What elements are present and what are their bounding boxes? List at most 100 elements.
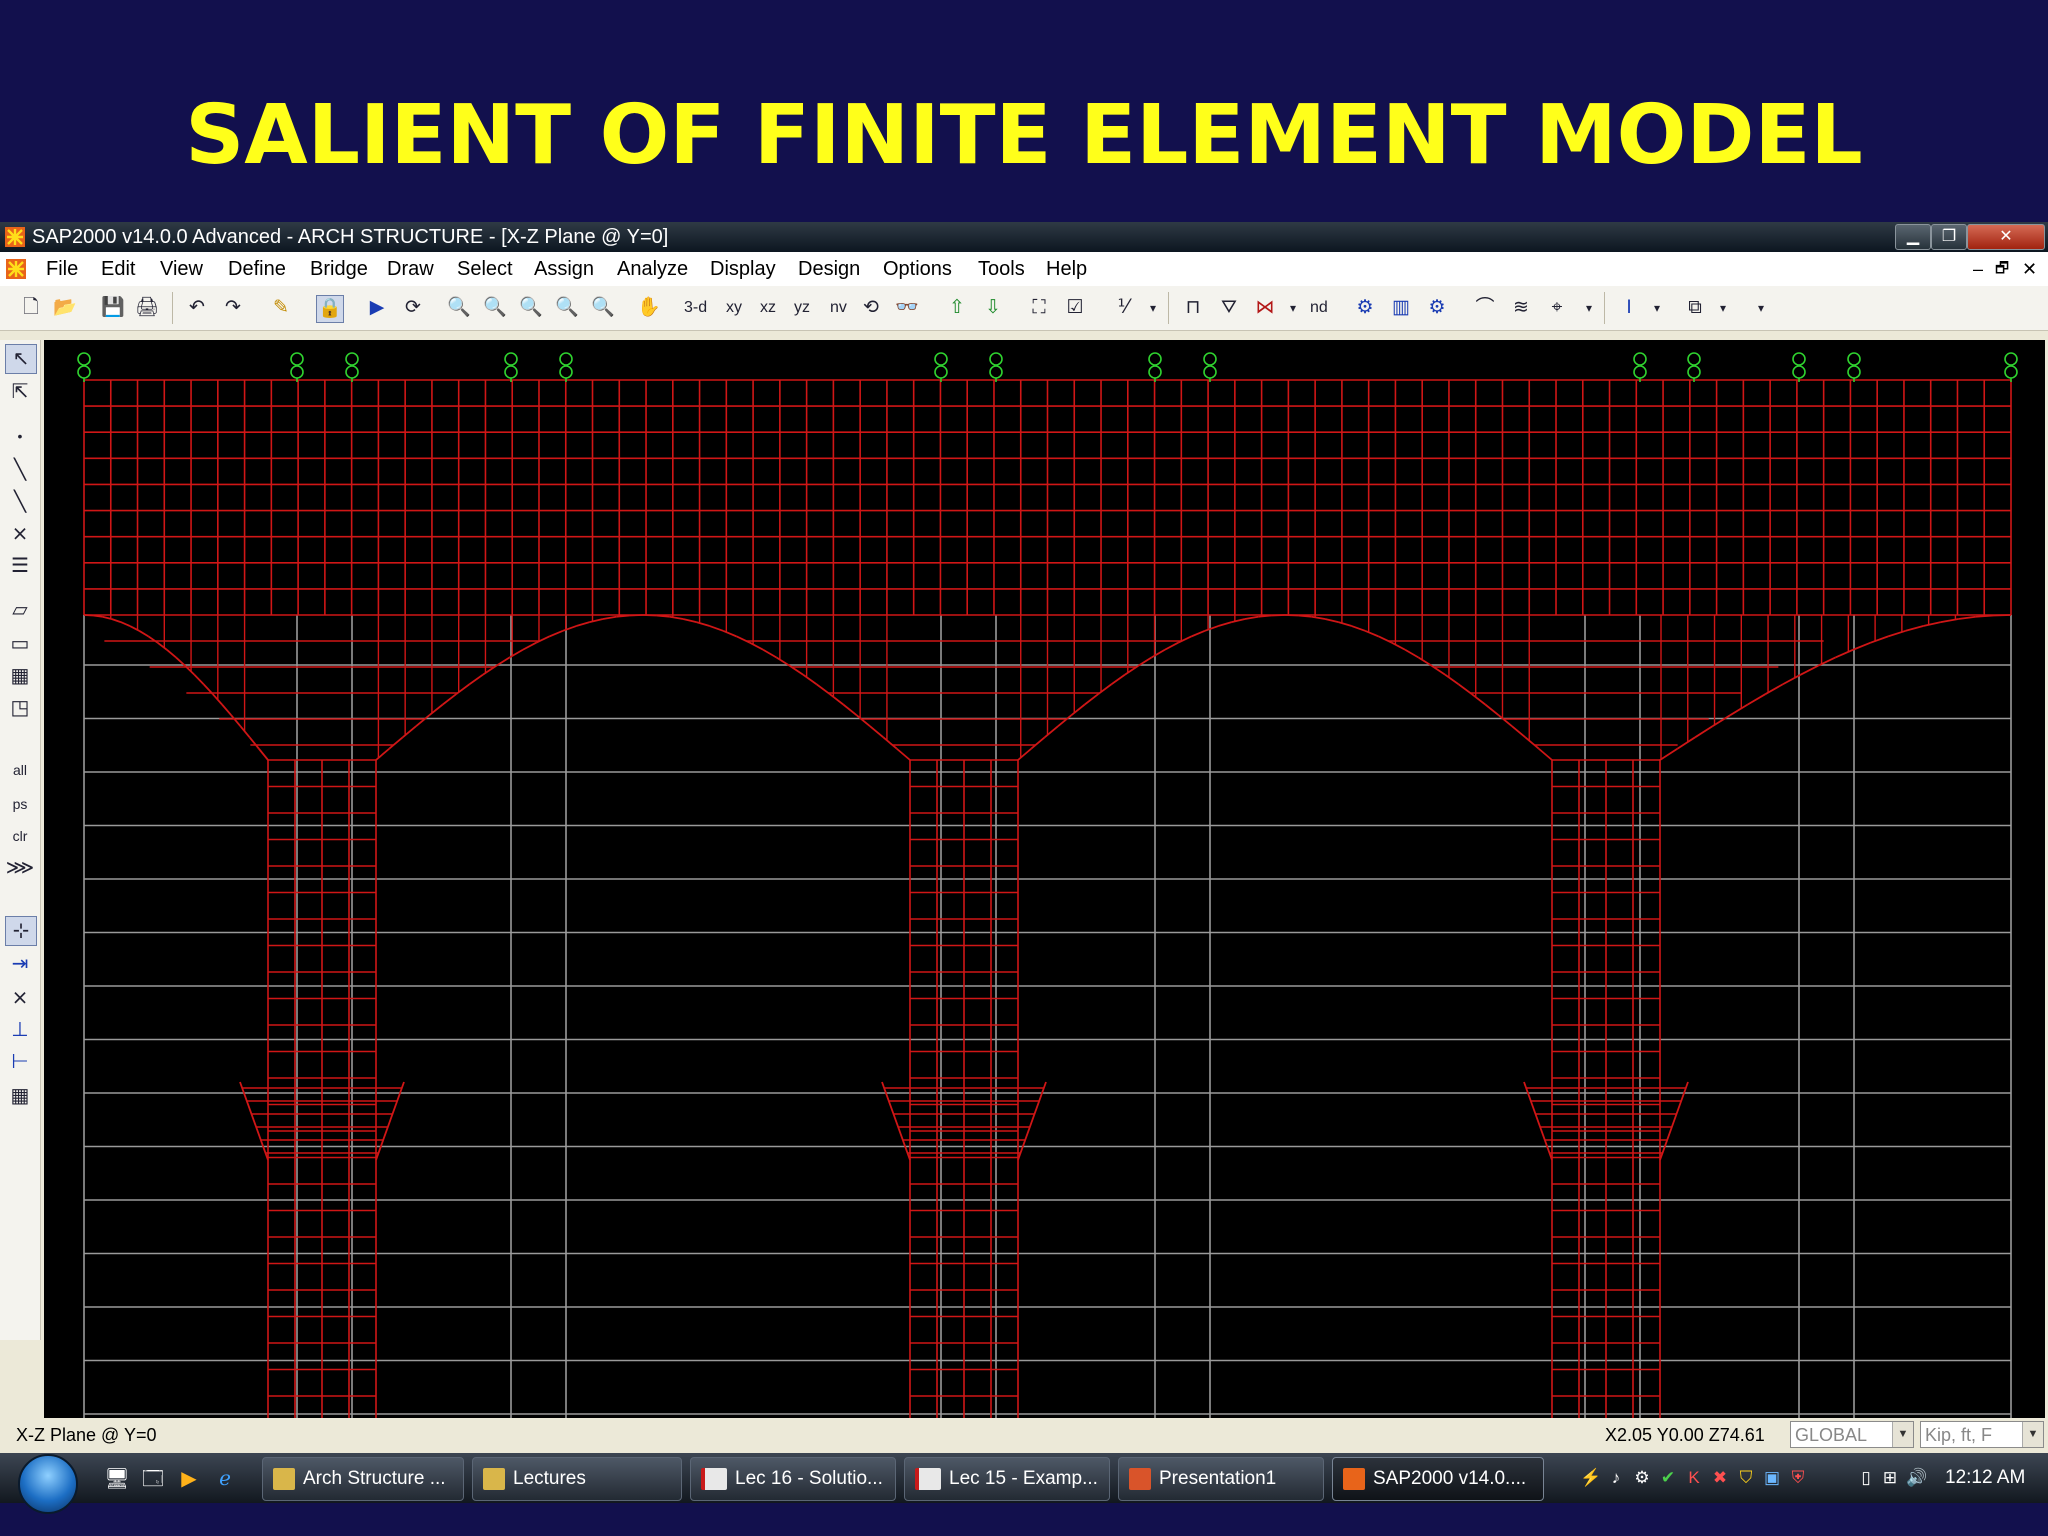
zoom-in-icon[interactable]: 🔍 (554, 295, 580, 321)
section-dropdown-icon[interactable]: ▾ (1644, 295, 1670, 321)
menu-assign[interactable]: Assign (534, 252, 594, 286)
quick-draw-area-icon[interactable]: ▦ (5, 662, 35, 690)
menu-file[interactable]: File (46, 252, 78, 286)
show-forces-icon[interactable]: ≋ (1508, 295, 1534, 321)
close-button[interactable]: ✕ (1967, 224, 2045, 250)
menu-define[interactable]: Define (228, 252, 286, 286)
draw-joint-icon[interactable]: • (5, 422, 35, 450)
draw-cable-icon[interactable]: ⛛ (1216, 295, 1242, 321)
show-deformed-icon[interactable]: ⌒ (1472, 295, 1498, 321)
grid-bubble-icon[interactable] (77, 352, 91, 382)
clear-selection-button[interactable]: clr (5, 822, 35, 850)
move-down-icon[interactable]: ⇩ (980, 295, 1006, 321)
tray-wifi-icon[interactable]: ⊞ (1880, 1467, 1900, 1489)
grid-bubble-icon[interactable] (1687, 352, 1701, 382)
menu-draw[interactable]: Draw (387, 252, 434, 286)
mdi-restore-button[interactable]: 🗗 (1995, 252, 2009, 286)
grid-bubble-icon[interactable] (989, 352, 1003, 382)
grid-bubble-icon[interactable] (504, 352, 518, 382)
taskbar-item-sap2000[interactable]: SAP2000 v14.0.... (1332, 1457, 1544, 1501)
grid-bubble-icon[interactable] (2004, 352, 2018, 382)
internet-explorer-icon[interactable]: ℯ (212, 1466, 238, 1492)
lock-icon[interactable]: 🔒 (316, 295, 344, 323)
mdi-minimize-button[interactable]: – (1973, 252, 1983, 286)
view-nv-button[interactable]: nv (830, 295, 847, 321)
redo-icon[interactable]: ↷ (220, 295, 246, 321)
grid-bubble-icon[interactable] (345, 352, 359, 382)
snap-perpendicular-icon[interactable]: ⊥ (5, 1016, 35, 1044)
menu-tools[interactable]: Tools (978, 252, 1025, 286)
pointer-icon[interactable]: ↖ (5, 344, 37, 374)
grid-bubble-icon[interactable] (934, 352, 948, 382)
rotate-view-icon[interactable]: ⟲ (858, 295, 884, 321)
assign-loads-icon[interactable]: ▥ (1388, 295, 1414, 321)
display-tables-icon[interactable]: ⧉ (1682, 295, 1708, 321)
select-all-button[interactable]: all (5, 756, 35, 784)
taskbar-item-presentation1[interactable]: Presentation1 (1118, 1457, 1324, 1501)
nd-button[interactable]: nd (1310, 295, 1328, 321)
tray-music-icon[interactable]: ♪ (1606, 1467, 1626, 1489)
menu-options[interactable]: Options (883, 252, 952, 286)
taskbar-item-lec16[interactable]: Lec 16 - Solutio... (690, 1457, 896, 1501)
pan-icon[interactable]: ✋ (636, 295, 662, 321)
zoom-window-icon[interactable]: 🔍 (446, 295, 472, 321)
draw-braces-icon[interactable]: ⨯ (5, 520, 35, 548)
maximize-button[interactable]: ❐ (1931, 224, 1967, 250)
reshape-icon[interactable]: ⇱ (5, 378, 35, 406)
sap2000-doc-icon[interactable] (5, 258, 27, 280)
grid-bubble-icon[interactable] (1847, 352, 1861, 382)
finite-element-mesh-view[interactable] (44, 340, 2045, 1418)
snap-fine-grid-icon[interactable]: ▦ (5, 1082, 35, 1110)
move-up-icon[interactable]: ⇧ (944, 295, 970, 321)
percent-icon[interactable]: ⅟ (1110, 295, 1136, 321)
grid-bubble-icon[interactable] (1148, 352, 1162, 382)
perspective-icon[interactable]: 👓 (894, 295, 920, 321)
menu-view[interactable]: View (160, 252, 203, 286)
view-yz-button[interactable]: yz (794, 295, 810, 321)
object-shrink-icon[interactable]: ⛶ (1026, 295, 1052, 321)
grid-bubble-icon[interactable] (1633, 352, 1647, 382)
menu-edit[interactable]: Edit (101, 252, 135, 286)
snap-intersections-icon[interactable]: ⨯ (5, 984, 35, 1012)
view-3d-button[interactable]: 3-d (684, 295, 707, 321)
tray-network-icon[interactable]: ⚙ (1632, 1467, 1652, 1489)
run-analysis-icon[interactable]: ▶ (364, 295, 390, 321)
pencil-icon[interactable]: ✎ (268, 295, 294, 321)
previous-selection-button[interactable]: ps (5, 790, 35, 818)
media-player-icon[interactable]: ▶ (176, 1466, 202, 1492)
draw-frame-icon[interactable]: ╲ (5, 456, 35, 484)
draw-secondary-icon[interactable]: ☰ (5, 552, 35, 580)
show-desktop-icon[interactable]: 🖥 (104, 1466, 130, 1492)
draw-rect-area-icon[interactable]: ▭ (5, 630, 35, 658)
intersecting-line-select-icon[interactable]: ⋙ (5, 854, 35, 882)
tray-adobe-icon[interactable]: K (1684, 1467, 1704, 1489)
menu-analyze[interactable]: Analyze (617, 252, 688, 286)
taskbar-item-lec15[interactable]: Lec 15 - Examp... (904, 1457, 1110, 1501)
view-xz-button[interactable]: xz (760, 295, 776, 321)
open-icon[interactable]: 📂 (52, 295, 78, 321)
menu-select[interactable]: Select (457, 252, 513, 286)
grid-bubble-icon[interactable] (1792, 352, 1806, 382)
assign-releases-icon[interactable]: ⚙ (1424, 295, 1450, 321)
save-icon[interactable]: 💾 (100, 295, 126, 321)
set-display-options-icon[interactable]: ☑ (1062, 295, 1088, 321)
minimize-button[interactable]: ▁ (1895, 224, 1931, 250)
draw-poly-area-icon[interactable]: ▱ (5, 596, 35, 624)
refresh-icon[interactable]: ⟳ (400, 295, 426, 321)
toolbar-overflow-icon[interactable]: ▾ (1576, 295, 1602, 321)
tray-power-icon[interactable]: ▯ (1856, 1467, 1876, 1489)
snap-lines-icon[interactable]: ⊢ (5, 1048, 35, 1076)
draw-link-icon[interactable]: ⋈ (1252, 295, 1278, 321)
snap-ends-icon[interactable]: ⇥ (5, 950, 35, 978)
coordinate-system-select[interactable]: GLOBAL ▼ (1790, 1421, 1914, 1448)
grid-bubble-icon[interactable] (559, 352, 573, 382)
window-titlebar[interactable]: SAP2000 v14.0.0 Advanced - ARCH STRUCTUR… (0, 222, 2048, 252)
toolbar-overflow-icon[interactable]: ▾ (1140, 295, 1166, 321)
taskbar-item-lectures[interactable]: Lectures (472, 1457, 682, 1501)
grid-bubble-icon[interactable] (1203, 352, 1217, 382)
tray-security-icon[interactable]: ⛉ (1736, 1467, 1756, 1489)
grid-bubble-icon[interactable] (290, 352, 304, 382)
draw-solid-icon[interactable]: ◳ (5, 694, 35, 722)
zoom-restore-icon[interactable]: 🔍 (482, 295, 508, 321)
quick-draw-frame-icon[interactable]: ╲ (5, 488, 35, 516)
